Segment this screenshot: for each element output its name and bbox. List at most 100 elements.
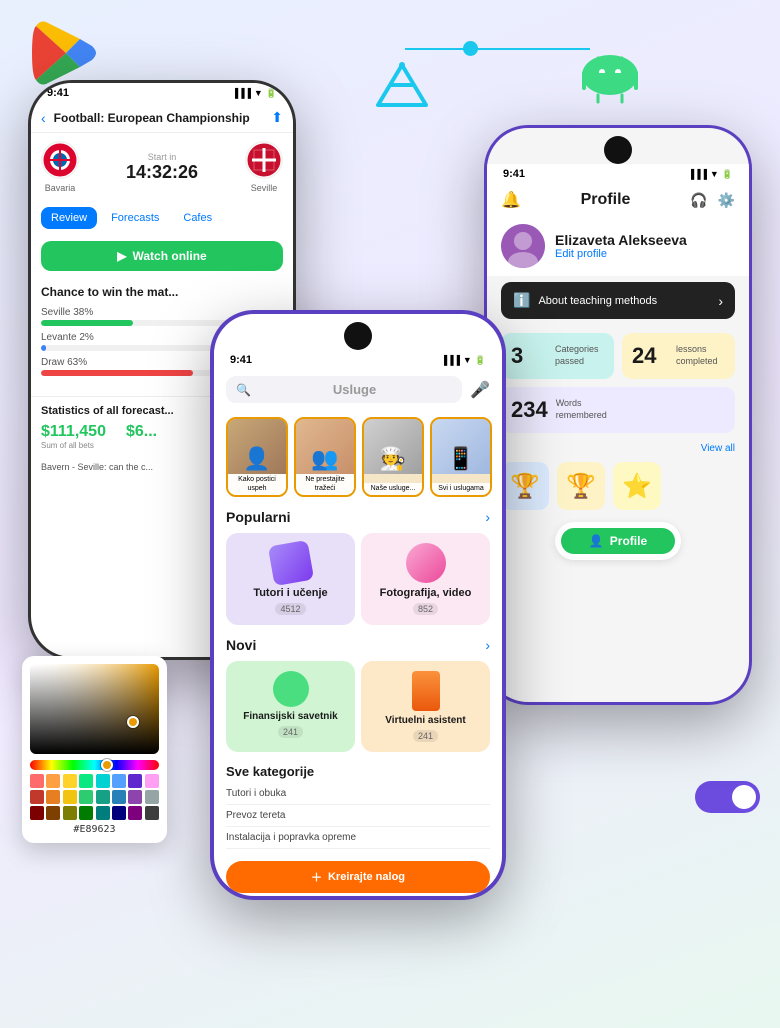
- color-picker: #E89623: [22, 656, 167, 843]
- share-button[interactable]: ⬆: [271, 109, 283, 126]
- color-swatches: [30, 774, 159, 820]
- novi-header: Novi ›: [214, 633, 502, 657]
- right-time: 9:41: [503, 168, 525, 180]
- team-right-info: Seville: [245, 141, 283, 193]
- novi-card-title-0: Finansijski savetnik: [243, 711, 338, 722]
- stat-desc-words: Wordsremembered: [556, 398, 607, 421]
- headphone-icon[interactable]: 🎧: [690, 192, 707, 209]
- gear-icon[interactable]: ⚙️: [718, 192, 735, 209]
- swatch-2[interactable]: [63, 774, 77, 788]
- toggle-switch[interactable]: [695, 781, 760, 813]
- view-all-link[interactable]: View all: [701, 443, 735, 454]
- swatch-22[interactable]: [128, 806, 142, 820]
- left-status-icons: ▐▐▐▼🔋: [232, 88, 277, 99]
- search-row: 🔍 Usluge 🎤: [214, 370, 502, 409]
- popular-card-1[interactable]: Fotografija, video 852: [361, 533, 490, 625]
- left-time: 9:41: [47, 87, 69, 99]
- swatch-21[interactable]: [112, 806, 126, 820]
- profile-header: 🔔 Profile 🎧 ⚙️: [487, 184, 749, 216]
- service-thumb-2[interactable]: 🧑‍🍳 Naše usluge...: [362, 417, 424, 497]
- hue-bar[interactable]: [30, 760, 159, 770]
- swatch-0[interactable]: [30, 774, 44, 788]
- novi-card-0[interactable]: Finansijski savetnik 241: [226, 661, 355, 752]
- swatch-12[interactable]: [96, 790, 110, 804]
- service-label-1: Ne prestajite tražeći: [296, 474, 354, 495]
- swatch-1[interactable]: [46, 774, 60, 788]
- swatch-20[interactable]: [96, 806, 110, 820]
- team-left-name: Bavaria: [45, 183, 76, 193]
- android-icon: [570, 40, 650, 110]
- swatch-9[interactable]: [46, 790, 60, 804]
- swatch-16[interactable]: [30, 806, 44, 820]
- swatch-13[interactable]: [112, 790, 126, 804]
- match-time: 14:32:26: [79, 162, 245, 183]
- stat-card-words: 234 Wordsremembered: [501, 387, 735, 433]
- center-status-icons: ▐▐▐▼🔋: [441, 355, 486, 366]
- teaching-arrow-icon: ›: [718, 293, 723, 309]
- swatch-18[interactable]: [63, 806, 77, 820]
- popularni-arrow[interactable]: ›: [485, 509, 490, 525]
- swatch-15[interactable]: [145, 790, 159, 804]
- profile-tab-active[interactable]: 👤 Profile: [561, 528, 675, 554]
- hex-value: #E89623: [30, 824, 159, 835]
- service-thumb-1[interactable]: 👥 Ne prestajite tražeći: [294, 417, 356, 497]
- swatch-7[interactable]: [145, 774, 159, 788]
- tab-review[interactable]: Review: [41, 207, 97, 229]
- decorative-dot: [463, 41, 478, 56]
- novi-card-1[interactable]: Virtuelni asistent 241: [361, 661, 490, 752]
- tabs-row: Review Forecasts Cafes: [31, 201, 293, 235]
- sports-header-title: Football: European Championship: [54, 111, 264, 125]
- play-icon: ▶: [117, 249, 126, 263]
- sum-label: Sum of all bets: [41, 441, 106, 450]
- novi-arrow[interactable]: ›: [485, 637, 490, 653]
- create-account-button[interactable]: ＋ Kreirajte nalog: [226, 861, 490, 893]
- swatch-10[interactable]: [63, 790, 77, 804]
- popular-card-count-1: 852: [413, 603, 438, 615]
- teaching-banner[interactable]: ℹ️ About teaching methods ›: [501, 282, 735, 319]
- popular-card-title-0: Tutori i učenje: [253, 587, 327, 599]
- popular-card-0[interactable]: Tutori i učenje 4512: [226, 533, 355, 625]
- novi-title: Novi: [226, 637, 256, 653]
- watch-online-button[interactable]: ▶ Watch online: [41, 241, 283, 271]
- category-2[interactable]: Instalacija i popravka opreme: [226, 827, 490, 849]
- color-gradient[interactable]: [30, 664, 159, 754]
- swatch-5[interactable]: [112, 774, 126, 788]
- bell-icon[interactable]: 🔔: [501, 190, 521, 210]
- service-label-0: Kako postici uspeh: [228, 474, 286, 495]
- right-status-bar: 9:41 ▐▐▐▼🔋: [487, 164, 749, 184]
- category-0[interactable]: Tutori i obuka: [226, 783, 490, 805]
- swatch-4[interactable]: [96, 774, 110, 788]
- swatch-8[interactable]: [30, 790, 44, 804]
- search-bar[interactable]: 🔍 Usluge: [226, 376, 462, 403]
- teaching-text: About teaching methods: [538, 295, 710, 307]
- team-right-logo: [245, 141, 283, 179]
- tab-forecasts[interactable]: Forecasts: [101, 207, 169, 229]
- swatch-11[interactable]: [79, 790, 93, 804]
- swatch-17[interactable]: [46, 806, 60, 820]
- category-1[interactable]: Prevoz tereta: [226, 805, 490, 827]
- popular-shape-purple: [267, 540, 313, 586]
- swatch-3[interactable]: [79, 774, 93, 788]
- service-thumb-3[interactable]: 📱 Svi i uslugama: [430, 417, 492, 497]
- swatch-6[interactable]: [128, 774, 142, 788]
- tab-cafes[interactable]: Cafes: [173, 207, 222, 229]
- center-phone: 9:41 ▐▐▐▼🔋 🔍 Usluge 🎤 👤 Kako postici usp…: [210, 310, 506, 900]
- trophy-gold: 🏆: [557, 462, 605, 510]
- mic-icon[interactable]: 🎤: [470, 380, 490, 400]
- popular-grid: Tutori i učenje 4512 Fotografija, video …: [214, 529, 502, 633]
- novi-grid: Finansijski savetnik 241 Virtuelni asist…: [214, 657, 502, 760]
- trophies-row: 🏆 🏆 ⭐: [487, 458, 749, 514]
- center-notch: [344, 322, 372, 350]
- popular-card-count-0: 4512: [275, 603, 305, 615]
- service-thumb-0[interactable]: 👤 Kako postici uspeh: [226, 417, 288, 497]
- edit-profile-link[interactable]: Edit profile: [555, 248, 687, 260]
- stat-number-words: 234: [511, 397, 548, 423]
- swatch-19[interactable]: [79, 806, 93, 820]
- service-thumbnails: 👤 Kako postici uspeh 👥 Ne prestajite tra…: [214, 409, 502, 505]
- back-button[interactable]: ‹: [41, 110, 46, 126]
- swatch-14[interactable]: [128, 790, 142, 804]
- popularni-title: Popularni: [226, 509, 291, 525]
- novi-card-count-0: 241: [278, 726, 303, 738]
- swatch-23[interactable]: [145, 806, 159, 820]
- trophy-blue: 🏆: [501, 462, 549, 510]
